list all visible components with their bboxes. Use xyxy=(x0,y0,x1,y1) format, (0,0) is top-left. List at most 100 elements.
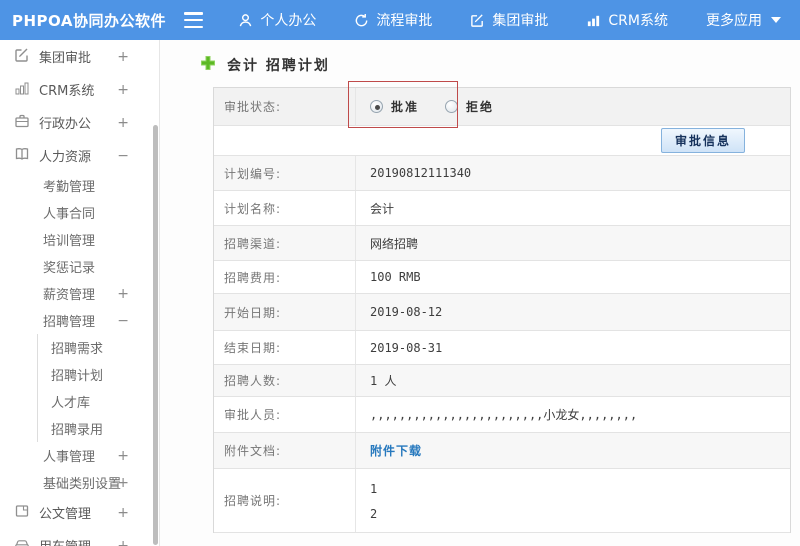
field-label: 开始日期: xyxy=(214,294,356,330)
attachment-download-link[interactable]: 附件下载 xyxy=(370,442,422,459)
expand-toggle[interactable]: + xyxy=(117,448,129,464)
row-approval-status: 审批状态: 批准 拒绝 xyxy=(214,88,790,126)
sidebar-item-label: 考勤管理 xyxy=(43,180,96,195)
description-line: 2 xyxy=(370,507,378,521)
field-label: 招聘人数: xyxy=(214,365,356,396)
sidebar-item-group-approval[interactable]: 集团审批 + xyxy=(0,40,159,73)
field-value: 网络招聘 xyxy=(370,236,419,251)
radio-approve[interactable]: 批准 xyxy=(370,98,419,115)
radio-button-checked[interactable] xyxy=(370,100,383,113)
row-plan-number: 计划编号: 20190812111340 xyxy=(214,156,790,191)
expand-toggle[interactable]: + xyxy=(117,286,129,302)
sidebar-scrollbar[interactable] xyxy=(153,125,158,545)
car-icon xyxy=(14,536,30,546)
field-label: 招聘说明: xyxy=(214,469,356,532)
book-icon xyxy=(14,146,30,166)
nav-personal-office[interactable]: 个人办公 xyxy=(219,10,335,30)
page-title: 会计 招聘计划 xyxy=(200,55,330,75)
nav-more-apps[interactable]: 更多应用 xyxy=(687,10,800,30)
nav-process-approval[interactable]: 流程审批 xyxy=(335,10,451,30)
row-plan-name: 计划名称: 会计 xyxy=(214,191,790,226)
sidebar-item-training[interactable]: 培训管理 xyxy=(0,226,159,253)
document-icon xyxy=(14,503,30,523)
edit-icon xyxy=(14,47,30,67)
row-recruit-cost: 招聘费用: 100 RMB xyxy=(214,261,790,294)
sidebar-item-label: 招聘计划 xyxy=(51,369,104,384)
row-description: 招聘说明: 1 2 xyxy=(214,469,790,533)
nav-crm-system[interactable]: CRM系统 xyxy=(567,10,687,30)
sidebar-item-human-resources[interactable]: 人力资源 − xyxy=(0,139,159,172)
row-approve-info: 审批信息 xyxy=(214,126,790,156)
sidebar-item-vehicle-mgmt[interactable]: 用车管理 + xyxy=(0,529,159,546)
field-value: 2019-08-31 xyxy=(370,340,443,355)
sidebar-item-label: 招聘需求 xyxy=(51,342,104,357)
sidebar: 集团审批 + CRM系统 + 行政办公 + 人力资源 − 考勤管理 人事合同 培… xyxy=(0,40,160,546)
chart-icon xyxy=(14,80,30,100)
expand-toggle[interactable]: + xyxy=(117,505,129,521)
nav-group-approval[interactable]: 集团审批 xyxy=(451,10,567,30)
nav-label: 流程审批 xyxy=(376,13,433,29)
radio-reject[interactable]: 拒绝 xyxy=(445,98,494,115)
sidebar-item-salary[interactable]: 薪资管理 + xyxy=(0,280,159,307)
sidebar-item-crm[interactable]: CRM系统 + xyxy=(0,73,159,106)
row-end-date: 结束日期: 2019-08-31 xyxy=(214,331,790,365)
sidebar-item-label: 集团审批 xyxy=(39,51,92,66)
sidebar-item-label: 薪资管理 xyxy=(43,288,96,303)
expand-toggle[interactable]: + xyxy=(117,115,129,131)
expand-toggle[interactable]: + xyxy=(117,49,129,65)
sidebar-item-label: 行政办公 xyxy=(39,117,92,132)
sidebar-item-recruit-hire[interactable]: 招聘录用 xyxy=(37,415,159,442)
sidebar-item-label: CRM系统 xyxy=(39,84,95,99)
description-line: 1 xyxy=(370,482,378,496)
collapse-toggle[interactable]: − xyxy=(117,148,129,164)
sidebar-item-admin-office[interactable]: 行政办公 + xyxy=(0,106,159,139)
sidebar-item-talent-pool[interactable]: 人才库 xyxy=(37,388,159,415)
sidebar-item-label: 基础类别设置 xyxy=(43,477,122,492)
expand-toggle[interactable]: + xyxy=(117,538,129,546)
field-label: 附件文档: xyxy=(214,433,356,468)
radio-label: 拒绝 xyxy=(466,100,495,114)
field-value: 1 人 xyxy=(370,374,397,388)
approval-radio-group: 批准 拒绝 xyxy=(370,98,494,115)
top-nav: 个人办公 流程审批 集团审批 CRM系统 更多应用 xyxy=(219,10,800,30)
row-approvers: 审批人员: ,,,,,,,,,,,,,,,,,,,,,,,,小龙女,,,,,,,… xyxy=(214,397,790,433)
field-label: 审批状态: xyxy=(214,88,356,125)
approve-info-button[interactable]: 审批信息 xyxy=(660,128,745,153)
row-attachment: 附件文档: 附件下载 xyxy=(214,433,790,469)
field-value: 20190812111340 xyxy=(370,166,472,180)
collapse-toggle[interactable]: − xyxy=(117,313,129,329)
history-icon xyxy=(354,13,369,28)
radio-button-unchecked[interactable] xyxy=(445,100,459,113)
sidebar-item-hr-contract[interactable]: 人事合同 xyxy=(0,199,159,226)
sidebar-item-recruit-demand[interactable]: 招聘需求 xyxy=(37,334,159,361)
sidebar-item-label: 人事管理 xyxy=(43,450,96,465)
field-label: 招聘渠道: xyxy=(214,226,356,260)
expand-toggle[interactable]: + xyxy=(117,475,129,491)
sidebar-item-personnel-mgmt[interactable]: 人事管理 + xyxy=(0,442,159,469)
top-bar: PHPOA协同办公软件 个人办公 流程审批 集团审批 CRM系统 更多应用 xyxy=(0,0,800,40)
sidebar-item-rewards[interactable]: 奖惩记录 xyxy=(0,253,159,280)
sidebar-item-document-mgmt[interactable]: 公文管理 + xyxy=(0,496,159,529)
sidebar-item-label: 招聘录用 xyxy=(51,423,104,438)
expand-toggle[interactable]: + xyxy=(117,82,129,98)
sidebar-item-label: 培训管理 xyxy=(43,234,96,249)
sidebar-item-label: 招聘管理 xyxy=(43,315,96,330)
sidebar-item-recruit-plan[interactable]: 招聘计划 xyxy=(37,361,159,388)
row-start-date: 开始日期: 2019-08-12 xyxy=(214,294,790,331)
sidebar-item-recruit-mgmt[interactable]: 招聘管理 − xyxy=(0,307,159,334)
app-logo: PHPOA协同办公软件 xyxy=(12,11,166,30)
sidebar-item-label: 奖惩记录 xyxy=(43,261,96,276)
radio-label: 批准 xyxy=(391,100,420,114)
main-content: 会计 招聘计划 审批状态: 批准 拒绝 审批信息 计划编号: 201908121… xyxy=(160,40,800,546)
sidebar-item-label: 用车管理 xyxy=(39,536,91,546)
nav-label: CRM系统 xyxy=(608,13,668,29)
field-label: 计划编号: xyxy=(214,156,356,190)
field-label: 计划名称: xyxy=(214,191,356,225)
hamburger-icon[interactable] xyxy=(183,12,204,28)
sidebar-item-base-category[interactable]: 基础类别设置 + xyxy=(0,469,159,496)
field-value: 会计 xyxy=(370,201,395,216)
sidebar-item-attendance[interactable]: 考勤管理 xyxy=(0,172,159,199)
page-title-text: 会计 招聘计划 xyxy=(227,58,330,74)
caret-down-icon xyxy=(771,17,781,23)
nav-label: 集团审批 xyxy=(492,13,549,29)
